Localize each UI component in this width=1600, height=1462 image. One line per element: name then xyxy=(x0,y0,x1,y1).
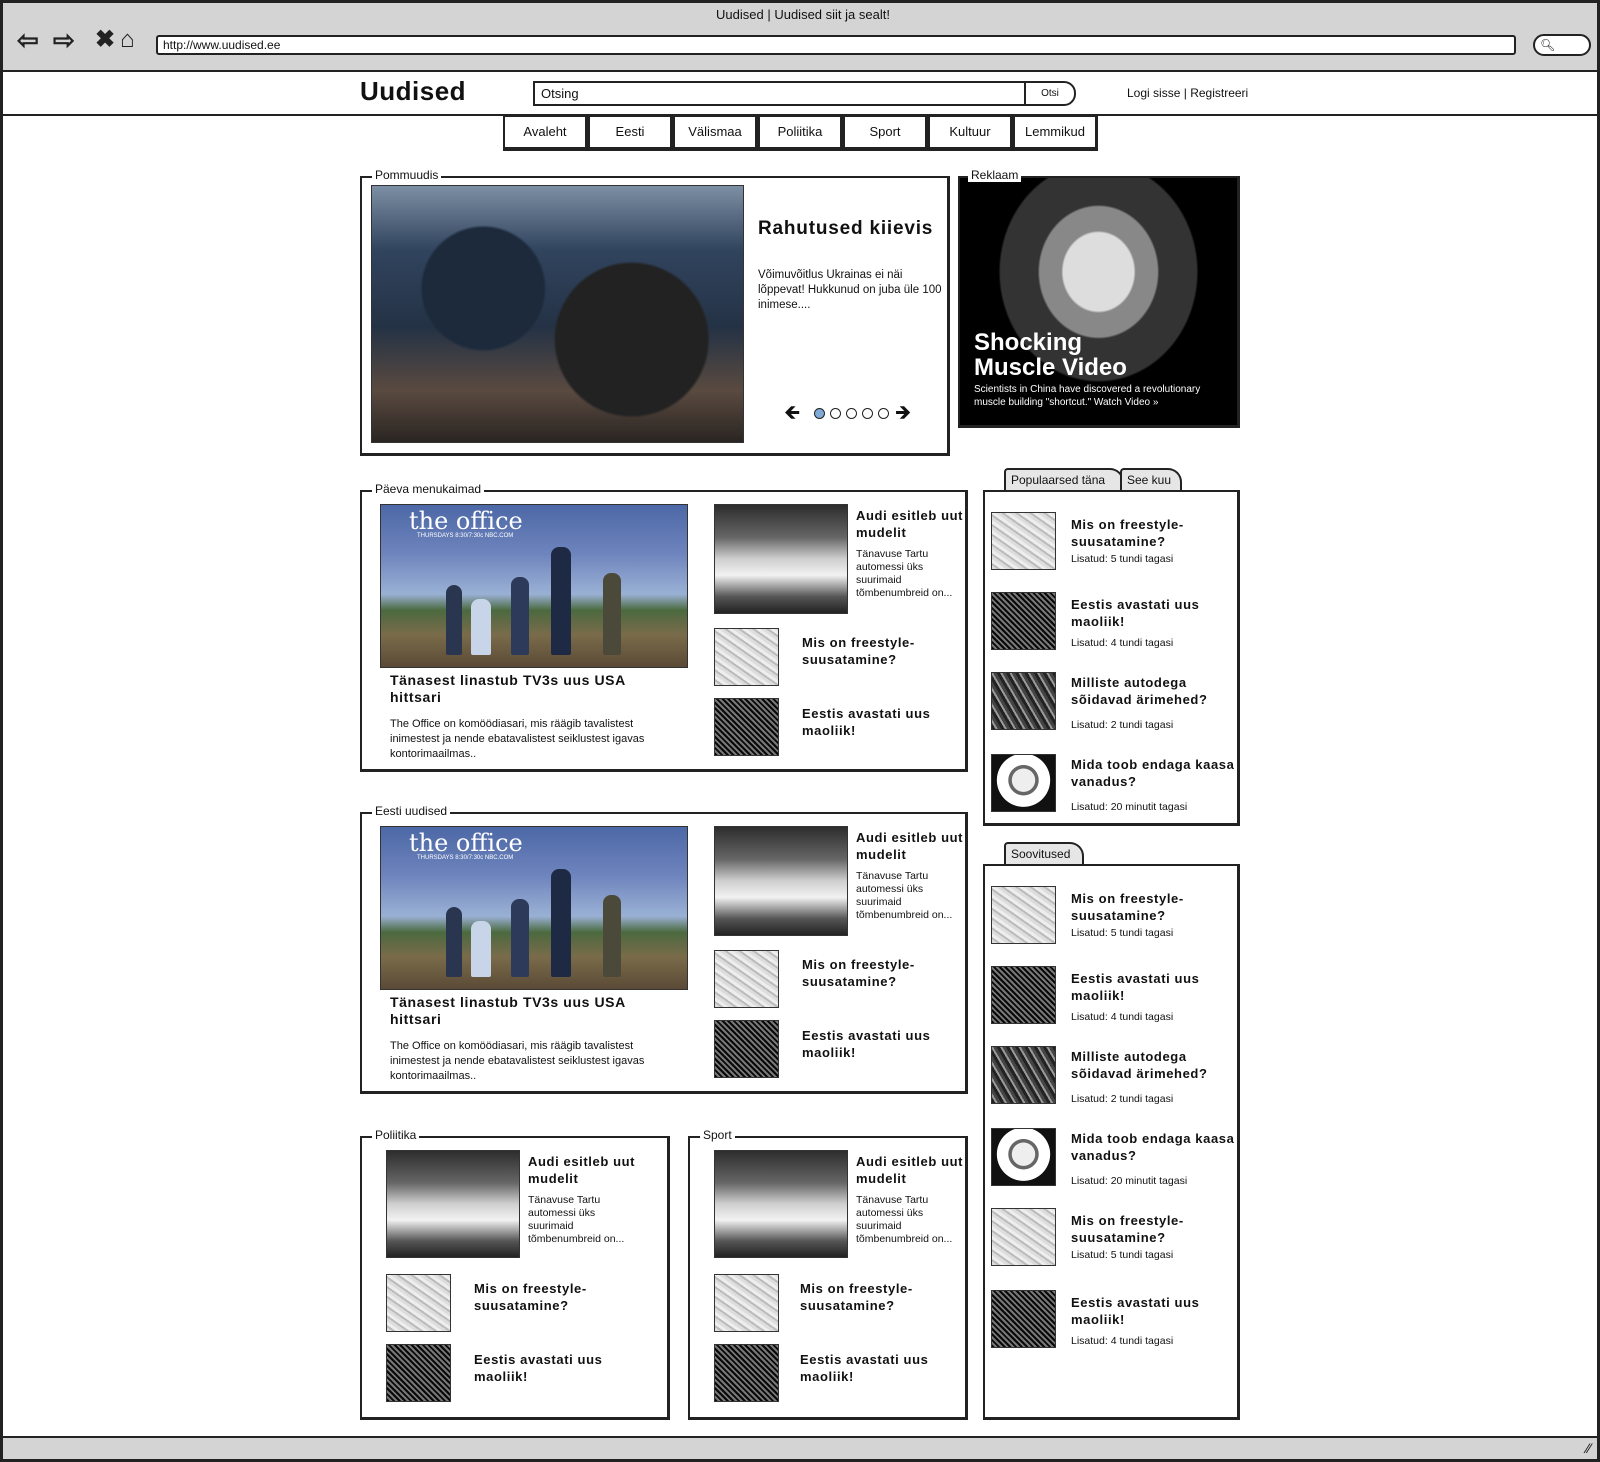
browser-frame xyxy=(0,0,1600,1462)
